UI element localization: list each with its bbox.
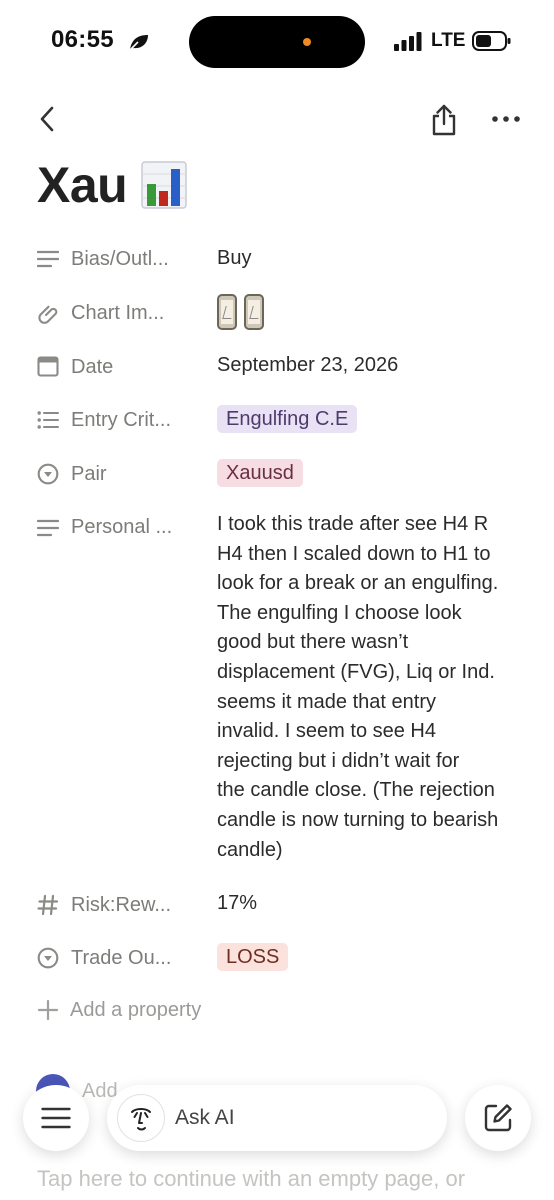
chart-image-thumbnail[interactable] <box>244 294 264 330</box>
share-icon <box>432 104 456 136</box>
entry-criteria-tag[interactable]: Engulfing C.E <box>217 405 358 433</box>
back-button[interactable] <box>30 102 64 136</box>
bulleted-list-icon <box>36 408 60 432</box>
property-row-bias[interactable]: Bias/Outl... Buy <box>0 245 554 275</box>
property-row-personal-notes[interactable]: Personal ... I took this trade after see… <box>0 510 554 870</box>
ai-face-icon <box>131 1108 151 1131</box>
property-row-pair[interactable]: Pair Xauusd <box>0 459 554 489</box>
notes-line: seems it made that entry <box>217 690 436 713</box>
recording-dot <box>303 38 311 46</box>
new-page-button[interactable] <box>465 1085 531 1151</box>
menu-button[interactable] <box>23 1085 89 1151</box>
property-value[interactable]: 17% <box>217 892 257 915</box>
more-button[interactable] <box>486 102 526 136</box>
select-circle-icon <box>36 462 60 486</box>
chart-image-thumbnail[interactable] <box>217 294 237 330</box>
signal-icon <box>394 32 422 51</box>
property-value-wrap[interactable]: Xauusd <box>217 459 303 487</box>
property-name: Bias/Outl... <box>71 248 169 270</box>
notes-line: rejecting but i didn’t wait for <box>217 749 460 772</box>
notes-line: displacement (FVG), Liq or Ind. <box>217 660 495 683</box>
empty-page-hint[interactable]: Tap here to continue with an empty page,… <box>37 1166 465 1192</box>
hash-icon <box>36 893 60 917</box>
property-row-chart-images[interactable]: Chart Im... <box>0 294 554 332</box>
ask-ai-label: Ask AI <box>175 1106 235 1129</box>
property-value[interactable]: September 23, 2026 <box>217 354 398 377</box>
network-type: LTE <box>431 30 466 51</box>
property-row-entry-criteria[interactable]: Entry Crit... Engulfing C.E <box>0 405 554 435</box>
property-name: Pair <box>71 463 107 485</box>
property-name: Trade Ou... <box>71 947 172 969</box>
trade-outcome-tag[interactable]: LOSS <box>217 943 289 971</box>
text-lines-icon <box>36 516 60 540</box>
plus-icon <box>37 999 59 1021</box>
dynamic-island <box>189 16 365 68</box>
compose-icon <box>484 1104 512 1132</box>
select-circle-icon <box>36 946 60 970</box>
notes-line: The engulfing I choose look <box>217 601 462 624</box>
property-row-risk-reward[interactable]: Risk:Rew... 17% <box>0 890 554 920</box>
personal-notes-text[interactable]: I took this trade after see H4 R H4 then… <box>217 510 527 865</box>
add-property-label: Add a property <box>70 998 202 1021</box>
battery-icon <box>472 31 511 51</box>
status-time: 06:55 <box>51 26 114 53</box>
property-name: Risk:Rew... <box>71 894 172 916</box>
leaf-icon <box>129 35 148 51</box>
property-name: Date <box>71 356 114 378</box>
property-value[interactable]: Buy <box>217 247 251 270</box>
pair-tag[interactable]: Xauusd <box>217 459 303 487</box>
status-bar: 06:55 LTE <box>0 0 554 84</box>
notes-line: candle is now turning to bearish <box>217 808 499 831</box>
page-title-text[interactable]: Xau <box>37 156 128 214</box>
notes-line: H4 then I scaled down to H1 to <box>217 542 491 565</box>
ask-ai-button[interactable]: Ask AI <box>107 1085 447 1151</box>
hamburger-icon <box>41 1107 71 1129</box>
property-name: Personal ... <box>71 516 173 538</box>
property-value-wrap[interactable]: Engulfing C.E <box>217 405 358 433</box>
page-title[interactable]: Xau <box>37 152 187 218</box>
chart-image-thumbnails[interactable] <box>217 294 264 330</box>
text-lines-icon <box>36 247 60 271</box>
paperclip-icon <box>36 301 60 325</box>
add-property-button[interactable]: Add a property <box>36 998 201 1022</box>
notes-line: good but there wasn’t <box>217 631 409 654</box>
notes-line: invalid. I seem to see H4 <box>217 720 436 743</box>
property-name: Chart Im... <box>71 302 165 324</box>
property-value-wrap[interactable]: LOSS <box>217 943 289 971</box>
notes-line: the candle close. (The rejection <box>217 779 495 802</box>
back-chevron-icon <box>40 106 54 132</box>
bar-chart-emoji <box>141 161 187 209</box>
share-button[interactable] <box>424 100 464 140</box>
ai-avatar <box>117 1094 165 1142</box>
property-name: Entry Crit... <box>71 409 172 431</box>
notes-line: I took this trade after see H4 R <box>217 513 489 535</box>
property-row-trade-outcome[interactable]: Trade Ou... LOSS <box>0 943 554 973</box>
property-row-date[interactable]: Date September 23, 2026 <box>0 352 554 382</box>
notes-line: candle) <box>217 838 283 861</box>
notes-line: look for a break or an engulfing. <box>217 572 499 595</box>
more-icon <box>492 116 520 122</box>
calendar-icon <box>36 354 60 378</box>
